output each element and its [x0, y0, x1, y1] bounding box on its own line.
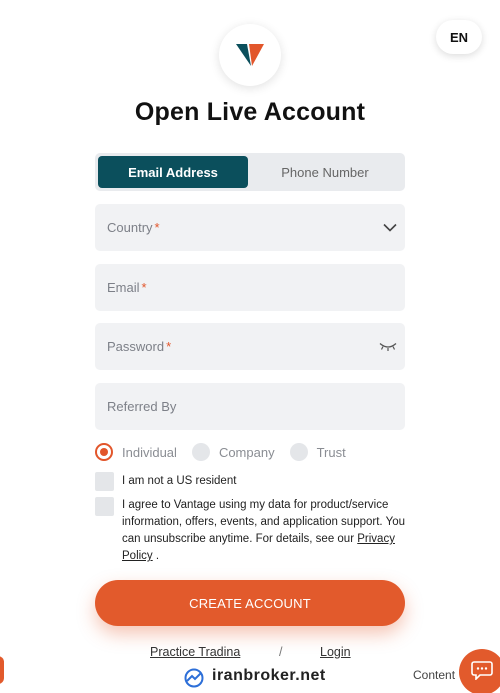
watermark-logo-icon — [183, 668, 205, 688]
chat-icon — [471, 660, 493, 685]
country-placeholder: Country — [107, 220, 153, 235]
country-select[interactable]: Country * — [95, 204, 405, 251]
password-field[interactable]: Password * — [95, 323, 405, 370]
tab-email-address[interactable]: Email Address — [98, 156, 248, 188]
consent-end: . — [155, 550, 160, 562]
us-resident-checkbox[interactable] — [95, 472, 114, 491]
create-account-button[interactable]: CREATE ACCOUNT — [95, 580, 405, 626]
language-button[interactable]: EN — [436, 20, 482, 54]
consent-checkbox[interactable] — [95, 497, 114, 516]
privacy-policy-link[interactable]: Policy — [122, 550, 153, 562]
practice-trading-link[interactable]: Practice Tradina — [150, 645, 240, 659]
email-field[interactable]: Email * — [95, 264, 405, 311]
tab-phone-number[interactable]: Phone Number — [248, 156, 402, 188]
login-link[interactable]: Login — [320, 645, 351, 659]
consent-line: can unsubscribe anytime. For details, se… — [122, 531, 412, 548]
radio-checked-icon — [95, 443, 113, 461]
consent-line: Policy . — [122, 548, 412, 565]
consent-text: I agree to Vantage using my data for pro… — [122, 497, 412, 565]
content-label: Content — [413, 668, 456, 682]
consent-line: I agree to Vantage using my data for pro… — [122, 499, 389, 511]
link-separator: / — [279, 645, 283, 659]
footer-links: Practice Tradina / Login — [0, 645, 500, 663]
page-title: Open Live Account — [134, 98, 366, 126]
required-mark: * — [154, 220, 160, 235]
required-mark: * — [141, 280, 147, 295]
vantage-logo — [219, 24, 281, 86]
email-placeholder: Email — [107, 280, 140, 295]
watermark-text: iranbroker.net — [212, 667, 326, 684]
consent-line-text: can unsubscribe anytime. For details, se… — [122, 533, 355, 545]
signup-method-tabs: Email Address Phone Number — [95, 153, 405, 191]
radio-label: Individual — [122, 444, 177, 460]
radio-trust[interactable]: Trust — [289, 443, 346, 461]
consent-line: information, offers, events, and applica… — [122, 516, 406, 528]
chevron-down-icon — [383, 220, 397, 235]
required-mark: * — [166, 339, 172, 354]
referred-placeholder: Referred By — [107, 399, 177, 414]
us-resident-label: I am not a US resident — [122, 475, 237, 487]
privacy-policy-link[interactable]: Privacy — [357, 533, 395, 545]
radio-individual[interactable]: Individual — [95, 443, 177, 461]
referred-by-field[interactable]: Referred By — [95, 383, 405, 430]
radio-company[interactable]: Company — [191, 443, 275, 461]
chat-button[interactable] — [459, 649, 500, 693]
vantage-logo-icon — [236, 44, 264, 66]
account-type-group: Individual Company Trust — [95, 441, 346, 463]
side-tab[interactable] — [0, 656, 4, 684]
radio-label: Company — [218, 444, 275, 460]
radio-unchecked-icon — [191, 443, 210, 461]
password-placeholder: Password — [107, 339, 165, 354]
radio-label: Trust — [316, 444, 346, 460]
eye-closed-icon[interactable] — [379, 339, 397, 354]
radio-unchecked-icon — [289, 443, 308, 461]
